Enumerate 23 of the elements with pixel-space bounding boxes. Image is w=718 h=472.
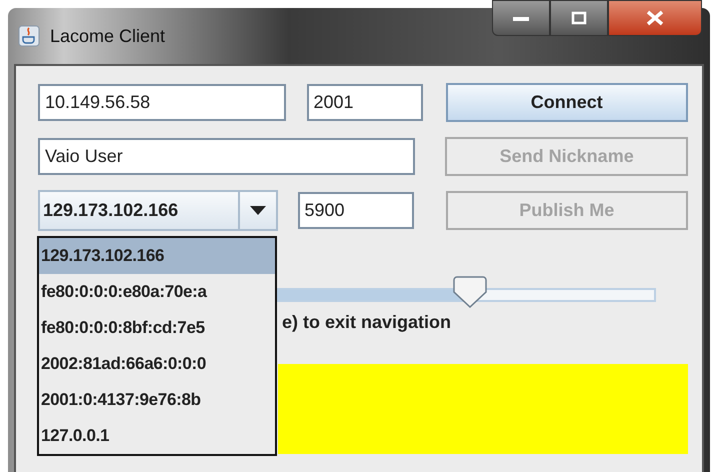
dropdown-arrow-icon xyxy=(250,206,266,214)
navigation-hint: e) to exit navigation xyxy=(282,312,452,334)
nickname-field[interactable]: Vaio User xyxy=(38,138,416,174)
close-icon xyxy=(645,10,665,26)
address-option[interactable]: 2002:81ad:66a6:0:0:0 xyxy=(39,346,275,382)
connect-button[interactable]: Connect xyxy=(446,82,688,122)
slider-thumb[interactable] xyxy=(453,276,488,308)
maximize-icon xyxy=(571,11,587,25)
address-option[interactable]: 129.173.102.166 xyxy=(39,238,275,274)
minimize-button[interactable] xyxy=(492,0,550,36)
minimize-icon xyxy=(512,14,530,22)
address-option[interactable]: fe80:0:0:0:e80a:70e:a xyxy=(39,274,275,310)
maximize-button[interactable] xyxy=(550,0,608,36)
address-option[interactable]: 2001:0:4137:9e76:8b xyxy=(39,382,275,418)
port-field[interactable]: 2001 xyxy=(306,84,422,120)
close-button[interactable] xyxy=(608,0,702,36)
host-field[interactable]: 10.149.56.58 xyxy=(38,84,286,120)
address-dropdown[interactable]: 129.173.102.166 xyxy=(38,190,278,230)
address-option[interactable]: fe80:0:0:0:8bf:cd:7e5 xyxy=(39,310,275,346)
window-title: Lacome Client xyxy=(50,26,166,46)
coffee-cup-icon xyxy=(18,25,40,47)
publish-port-field[interactable]: 5900 xyxy=(298,192,414,228)
address-option[interactable]: 127.0.0.1 xyxy=(39,418,275,454)
